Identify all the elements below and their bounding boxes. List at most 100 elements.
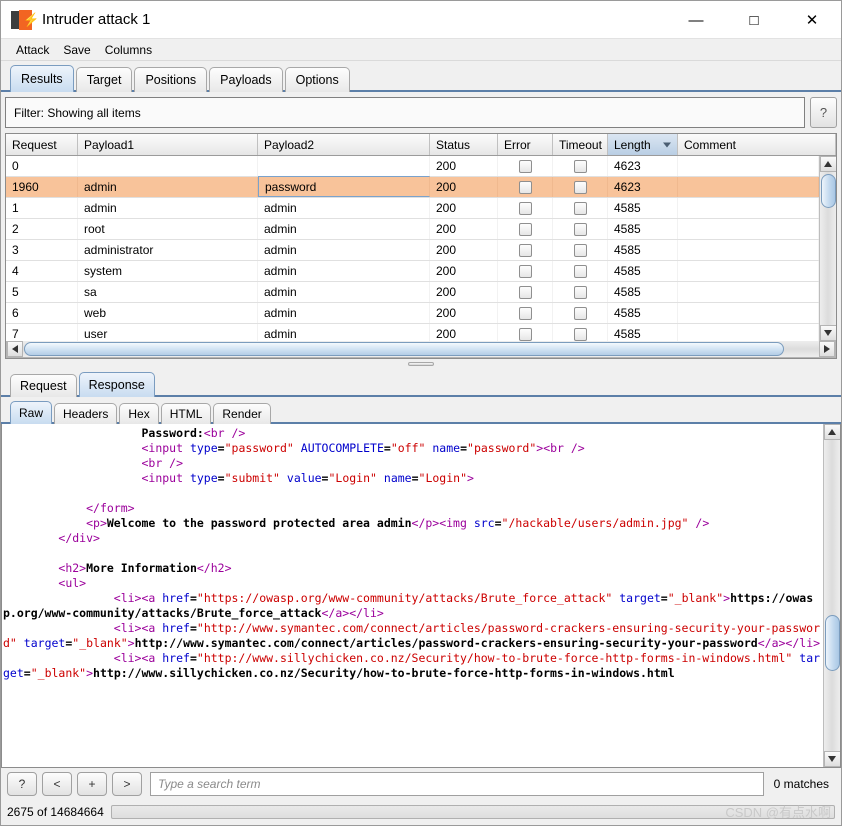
cell-request[interactable]: 5 xyxy=(6,282,78,302)
cell-payload1[interactable]: administrator xyxy=(78,240,258,260)
cell-request[interactable]: 4 xyxy=(6,261,78,281)
response-scroll-track[interactable] xyxy=(824,440,841,751)
cell-status[interactable]: 200 xyxy=(430,156,498,176)
cell-payload2[interactable]: admin xyxy=(258,282,430,302)
table-row[interactable]: 3 administrator admin 200 4585 xyxy=(6,240,819,261)
cell-status[interactable]: 200 xyxy=(430,177,498,197)
tab-render[interactable]: Render xyxy=(213,403,271,424)
cell-length[interactable]: 4585 xyxy=(608,324,678,341)
maximize-icon[interactable]: □ xyxy=(725,1,783,39)
cell-payload2[interactable]: admin xyxy=(258,240,430,260)
tab-options[interactable]: Options xyxy=(284,67,350,92)
cell-timeout[interactable] xyxy=(553,156,608,176)
cell-length[interactable]: 4623 xyxy=(608,177,678,197)
cell-request[interactable]: 1 xyxy=(6,198,78,218)
cell-timeout[interactable] xyxy=(553,240,608,260)
tab-hex[interactable]: Hex xyxy=(119,403,159,424)
timeout-checkbox[interactable] xyxy=(573,222,587,236)
cell-request[interactable]: 3 xyxy=(6,240,78,260)
error-checkbox[interactable] xyxy=(518,201,532,215)
table-row[interactable]: 1960 admin password 200 4623 xyxy=(6,176,819,198)
cell-length[interactable]: 4585 xyxy=(608,303,678,323)
cell-comment[interactable] xyxy=(678,240,819,260)
cell-error[interactable] xyxy=(498,177,553,197)
results-vertical-scrollbar[interactable] xyxy=(819,156,836,341)
panel-splitter[interactable] xyxy=(1,359,841,369)
cell-error[interactable] xyxy=(498,156,553,176)
response-vertical-scrollbar[interactable] xyxy=(823,424,840,767)
cell-timeout[interactable] xyxy=(553,219,608,239)
menu-item-attack[interactable]: Attack xyxy=(9,41,56,59)
scroll-down-icon[interactable] xyxy=(819,325,836,341)
results-hscroll-thumb[interactable] xyxy=(24,342,784,356)
filter-help-icon[interactable]: ? xyxy=(810,97,837,128)
cell-payload1[interactable]: admin xyxy=(78,177,258,197)
error-checkbox[interactable] xyxy=(518,264,532,278)
table-row[interactable]: 1 admin admin 200 4585 xyxy=(6,198,819,219)
search-prev-icon[interactable]: < xyxy=(42,771,72,796)
tab-response[interactable]: Response xyxy=(78,372,155,397)
close-icon[interactable]: ✕ xyxy=(783,1,841,39)
cell-comment[interactable] xyxy=(678,261,819,281)
cell-length[interactable]: 4585 xyxy=(608,219,678,239)
column-header-status[interactable]: Status xyxy=(430,134,498,155)
cell-error[interactable] xyxy=(498,282,553,302)
timeout-checkbox[interactable] xyxy=(573,243,587,257)
timeout-checkbox[interactable] xyxy=(573,285,587,299)
cell-comment[interactable] xyxy=(678,177,819,197)
cell-payload2[interactable] xyxy=(258,156,430,176)
column-header-payload1[interactable]: Payload1 xyxy=(78,134,258,155)
timeout-checkbox[interactable] xyxy=(573,327,587,341)
table-row[interactable]: 7 user admin 200 4585 xyxy=(6,324,819,341)
cell-payload2[interactable]: admin xyxy=(258,324,430,341)
cell-payload1[interactable]: admin xyxy=(78,198,258,218)
response-body-text[interactable]: Password:<br /> <input type="password" A… xyxy=(2,424,823,767)
cell-error[interactable] xyxy=(498,303,553,323)
cell-error[interactable] xyxy=(498,261,553,281)
cell-comment[interactable] xyxy=(678,324,819,341)
cell-status[interactable]: 200 xyxy=(430,198,498,218)
cell-comment[interactable] xyxy=(678,282,819,302)
cell-request[interactable]: 1960 xyxy=(6,177,78,197)
cell-request[interactable]: 2 xyxy=(6,219,78,239)
table-row[interactable]: 6 web admin 200 4585 xyxy=(6,303,819,324)
cell-timeout[interactable] xyxy=(553,303,608,323)
table-row[interactable]: 4 system admin 200 4585 xyxy=(6,261,819,282)
tab-raw[interactable]: Raw xyxy=(10,401,53,424)
cell-request[interactable]: 0 xyxy=(6,156,78,176)
cell-timeout[interactable] xyxy=(553,282,608,302)
table-row[interactable]: 0 200 4623 xyxy=(6,156,819,177)
error-checkbox[interactable] xyxy=(518,327,532,341)
cell-payload1[interactable]: root xyxy=(78,219,258,239)
scroll-right-icon[interactable] xyxy=(819,341,835,357)
response-scroll-thumb[interactable] xyxy=(824,615,840,671)
error-checkbox[interactable] xyxy=(518,222,532,236)
timeout-checkbox[interactable] xyxy=(573,264,587,278)
cell-comment[interactable] xyxy=(678,219,819,239)
timeout-checkbox[interactable] xyxy=(573,159,587,173)
results-horizontal-scrollbar[interactable] xyxy=(6,341,836,358)
cell-comment[interactable] xyxy=(678,198,819,218)
cell-error[interactable] xyxy=(498,198,553,218)
menu-item-columns[interactable]: Columns xyxy=(98,41,159,59)
cell-length[interactable]: 4585 xyxy=(608,240,678,260)
cell-status[interactable]: 200 xyxy=(430,219,498,239)
search-next-icon[interactable]: > xyxy=(112,771,142,796)
cell-payload2[interactable]: admin xyxy=(258,219,430,239)
cell-timeout[interactable] xyxy=(553,261,608,281)
response-scroll-down-icon[interactable] xyxy=(823,751,840,767)
cell-payload2[interactable]: admin xyxy=(258,198,430,218)
filter-field[interactable]: Filter: Showing all items xyxy=(5,97,805,128)
search-help-icon[interactable]: ? xyxy=(7,771,37,796)
column-header-timeout[interactable]: Timeout xyxy=(553,134,608,155)
cell-payload1[interactable]: web xyxy=(78,303,258,323)
tab-positions[interactable]: Positions xyxy=(134,67,208,92)
cell-error[interactable] xyxy=(498,324,553,341)
cell-payload1[interactable]: system xyxy=(78,261,258,281)
cell-payload2[interactable]: password xyxy=(258,176,430,197)
tab-request[interactable]: Request xyxy=(10,374,77,397)
cell-status[interactable]: 200 xyxy=(430,303,498,323)
error-checkbox[interactable] xyxy=(518,285,532,299)
cell-timeout[interactable] xyxy=(553,177,608,197)
cell-payload1[interactable]: sa xyxy=(78,282,258,302)
